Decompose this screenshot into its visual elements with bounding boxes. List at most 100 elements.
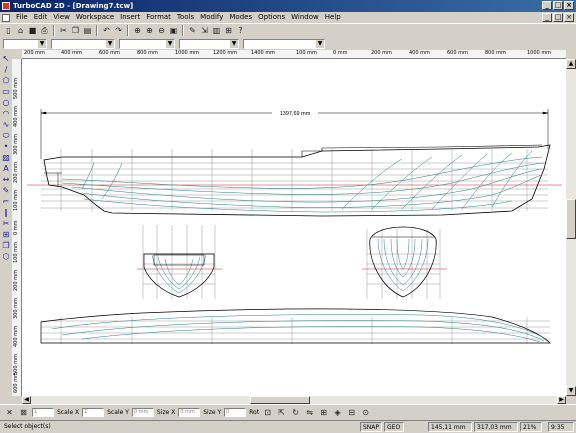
offset-icon[interactable]: ∥ bbox=[1, 208, 11, 218]
snap-grid-icon[interactable]: ⊞ bbox=[318, 407, 329, 418]
fillet-icon[interactable]: ⌐ bbox=[1, 197, 11, 207]
ruler-label: 200 mm bbox=[13, 270, 19, 291]
copy-icon[interactable]: ❐ bbox=[70, 25, 81, 36]
properties-icon[interactable]: ⊞ bbox=[223, 25, 234, 36]
mirror-tool-icon[interactable]: ⇋ bbox=[304, 407, 315, 418]
undo-icon[interactable]: ↶ bbox=[101, 25, 112, 36]
accept-icon[interactable]: ⊠ bbox=[18, 407, 29, 418]
layer-combo[interactable]: ▼ bbox=[3, 38, 47, 49]
point-icon[interactable]: • bbox=[1, 142, 11, 152]
ruler-corner bbox=[12, 50, 22, 59]
new-icon[interactable]: ▯ bbox=[3, 25, 14, 36]
ellipse-icon[interactable]: ⬭ bbox=[1, 131, 11, 141]
ruler-label: 1000 mm bbox=[527, 50, 552, 56]
zoom-in-icon[interactable]: ⊕ bbox=[144, 25, 155, 36]
menu-view[interactable]: View bbox=[50, 12, 73, 23]
curve-icon[interactable]: ∿ bbox=[1, 120, 11, 130]
snap-center-icon[interactable]: ⊙ bbox=[360, 407, 371, 418]
minimize-button[interactable]: _ bbox=[542, 1, 552, 10]
doc-minimize-button[interactable]: _ bbox=[542, 13, 552, 22]
pen-width-combo[interactable]: ▼ bbox=[179, 38, 239, 49]
drawing-canvas[interactable]: 1397,69 mm bbox=[22, 59, 566, 396]
geo-indicator[interactable]: GEO bbox=[384, 422, 404, 432]
open-icon[interactable]: ⌂ bbox=[15, 25, 26, 36]
menu-file[interactable]: File bbox=[13, 12, 31, 23]
menu-help[interactable]: Help bbox=[322, 12, 344, 23]
menu-edit[interactable]: Edit bbox=[31, 12, 51, 23]
profile-view: 1397,69 mm bbox=[27, 108, 562, 217]
size-x-input[interactable]: 0 mm bbox=[131, 408, 154, 417]
trim-icon[interactable]: ✂ bbox=[1, 219, 11, 229]
menu-bar: File Edit View Workspace Insert Format T… bbox=[0, 12, 576, 23]
ruler-label: 1200 mm bbox=[213, 50, 238, 56]
menu-options[interactable]: Options bbox=[255, 12, 288, 23]
menu-workspace[interactable]: Workspace bbox=[73, 12, 117, 23]
snap-vertex-icon[interactable]: ◈ bbox=[332, 407, 343, 418]
help-icon[interactable]: ? bbox=[235, 25, 246, 36]
snap-middle-icon[interactable]: ⊟ bbox=[346, 407, 357, 418]
hatch-icon[interactable]: ▨ bbox=[1, 153, 11, 163]
ruler-label: 0 mm bbox=[333, 50, 348, 56]
menu-modes[interactable]: Modes bbox=[226, 12, 255, 23]
print-icon[interactable]: ⎙ bbox=[39, 25, 50, 36]
zoom-window-icon[interactable]: ⊕ bbox=[132, 25, 143, 36]
zoom-extents-icon[interactable]: ▣ bbox=[168, 25, 179, 36]
snap-icon[interactable]: ✎ bbox=[187, 25, 198, 36]
text-icon[interactable]: A bbox=[1, 164, 11, 174]
plan-view bbox=[40, 308, 551, 344]
scroll-right-icon[interactable]: ▶ bbox=[557, 396, 566, 404]
modify-icon[interactable]: ✎ bbox=[1, 186, 11, 196]
brush-combo[interactable]: ▼ bbox=[243, 38, 325, 49]
vertical-scroll-thumb[interactable] bbox=[566, 199, 576, 239]
scale-tool-icon[interactable]: ⊡ bbox=[262, 407, 273, 418]
pen-style-combo[interactable]: ▼ bbox=[119, 38, 175, 49]
scale-x-input[interactable]: 1 bbox=[32, 408, 54, 417]
polygon-icon[interactable]: ⬠ bbox=[1, 76, 11, 86]
menu-insert[interactable]: Insert bbox=[117, 12, 143, 23]
pen-color-combo[interactable]: ▼ bbox=[51, 38, 115, 49]
cancel-icon[interactable]: ✕ bbox=[4, 407, 15, 418]
scroll-down-icon[interactable]: ▼ bbox=[566, 386, 576, 396]
cut-icon[interactable]: ✂ bbox=[58, 25, 69, 36]
scroll-up-icon[interactable]: ▲ bbox=[566, 59, 576, 69]
symbol-icon[interactable]: ⬡ bbox=[1, 252, 11, 262]
horizontal-scrollbar[interactable]: ◀ ▶ bbox=[22, 396, 566, 404]
dimension-icon[interactable]: ↔ bbox=[1, 175, 11, 185]
move-tool-icon[interactable]: ⇱ bbox=[276, 407, 287, 418]
horizontal-scroll-thumb[interactable] bbox=[250, 396, 310, 404]
select-arrow-icon[interactable]: ↖ bbox=[1, 54, 11, 64]
redo-icon[interactable]: ↷ bbox=[113, 25, 124, 36]
zoom-out-icon[interactable]: ⊖ bbox=[156, 25, 167, 36]
layer-icon[interactable]: ▥ bbox=[211, 25, 222, 36]
doc-close-button[interactable]: × bbox=[564, 13, 574, 22]
app-icon[interactable] bbox=[2, 2, 10, 10]
buttock-lines bbox=[61, 156, 545, 213]
insert-icon[interactable]: ⊞ bbox=[1, 230, 11, 240]
arc-icon[interactable]: ◠ bbox=[1, 109, 11, 119]
paste-icon[interactable]: ▤ bbox=[82, 25, 93, 36]
rectangle-icon[interactable]: ▭ bbox=[1, 87, 11, 97]
menu-tools[interactable]: Tools bbox=[174, 12, 197, 23]
rotate-tool-icon[interactable]: ↻ bbox=[290, 407, 301, 418]
ruler-label: 100 mm bbox=[13, 190, 19, 211]
group-icon[interactable]: ❐ bbox=[1, 241, 11, 251]
line-icon[interactable]: ∕ bbox=[1, 65, 11, 75]
menu-window[interactable]: Window bbox=[288, 12, 322, 23]
document-icon[interactable] bbox=[2, 13, 10, 22]
maximize-button[interactable]: □ bbox=[553, 1, 563, 10]
snap-indicator[interactable]: SNAP bbox=[360, 422, 382, 432]
scroll-left-icon[interactable]: ◀ bbox=[22, 396, 31, 404]
y-coordinate: 317,03 mm bbox=[474, 422, 518, 432]
save-icon[interactable]: ■ bbox=[27, 25, 38, 36]
arrow-icon[interactable]: ⇲ bbox=[199, 25, 210, 36]
scale-y-input[interactable]: 1 bbox=[82, 408, 105, 417]
circle-icon[interactable]: ○ bbox=[1, 98, 11, 108]
size-y-input[interactable]: 0 mm bbox=[178, 408, 201, 417]
rotation-input[interactable]: 0 bbox=[224, 408, 247, 417]
close-button[interactable]: × bbox=[564, 1, 574, 10]
vertical-scrollbar[interactable]: ▲ ▼ bbox=[566, 59, 576, 396]
turbocad-window: TurboCAD 2D - [Drawing7.tcw] _ □ × File … bbox=[0, 0, 576, 432]
doc-restore-button[interactable]: □ bbox=[553, 13, 563, 22]
menu-format[interactable]: Format bbox=[143, 12, 174, 23]
menu-modify[interactable]: Modify bbox=[197, 12, 226, 23]
